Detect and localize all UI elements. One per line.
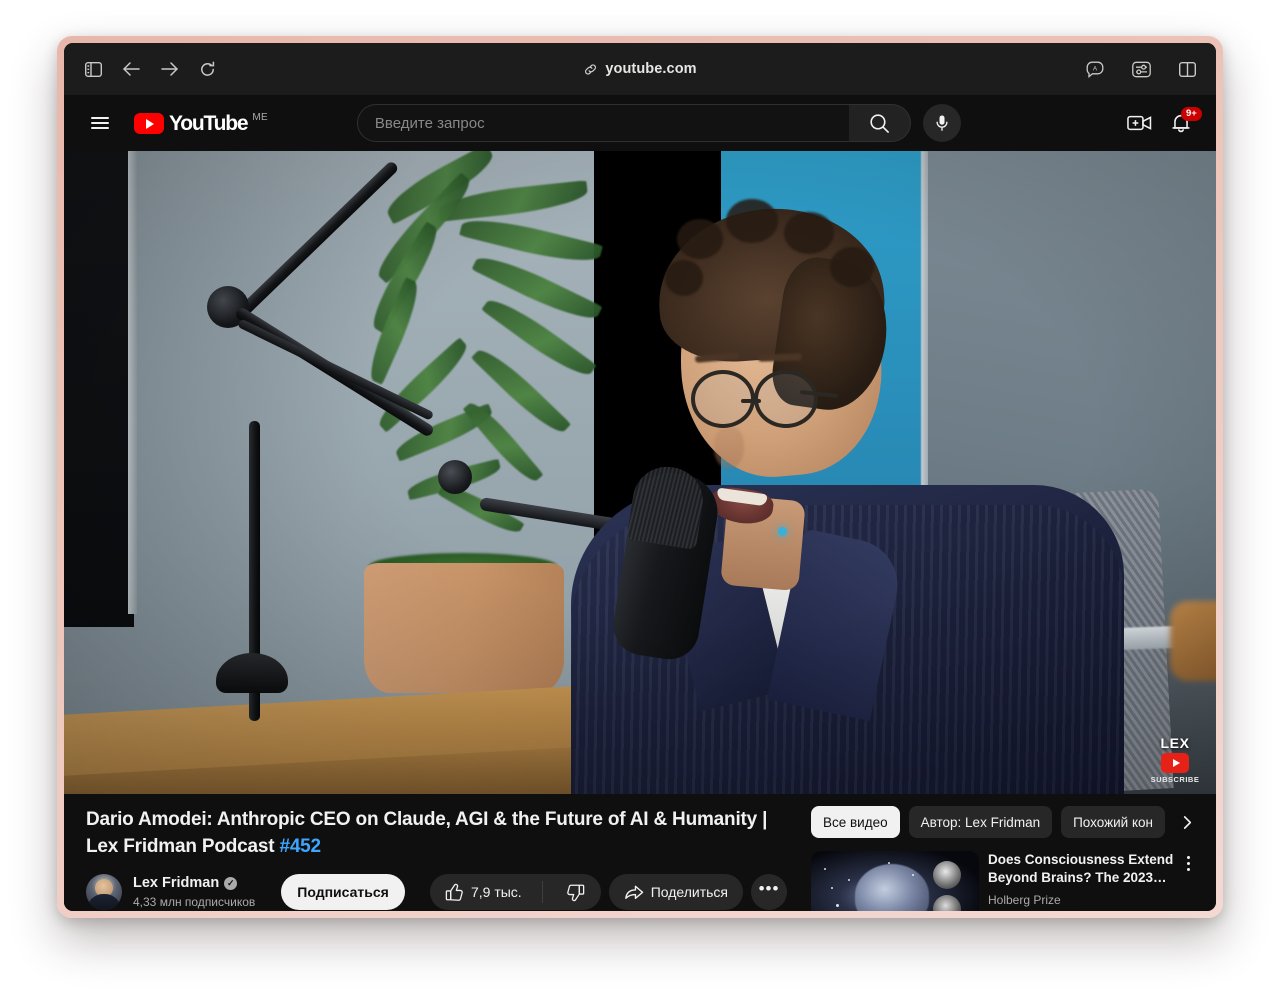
- recommendation-title[interactable]: Does Consciousness Extend Beyond Brains?…: [988, 851, 1174, 887]
- thumbs-up-icon: [445, 883, 464, 902]
- avatar[interactable]: [86, 874, 122, 910]
- address-bar[interactable]: youtube.com: [64, 58, 1216, 80]
- hamburger-menu-icon[interactable]: [80, 103, 120, 143]
- browser-toolbar: youtube.com A: [64, 43, 1216, 95]
- video-frame: [64, 151, 1216, 794]
- split-view-icon[interactable]: [1172, 54, 1202, 84]
- chip-all-videos[interactable]: Все видео: [811, 806, 900, 838]
- video-title-text: Dario Amodei: Anthropic CEO on Claude, A…: [86, 809, 768, 857]
- primary-column: Dario Amodei: Anthropic CEO on Claude, A…: [86, 806, 787, 911]
- reload-icon[interactable]: [192, 54, 222, 84]
- recommendation-menu-icon[interactable]: [1183, 851, 1194, 911]
- search-input[interactable]: [374, 114, 849, 132]
- chevron-right-icon[interactable]: [1174, 806, 1194, 838]
- secondary-column: Все видео Автор: Lex Fridman Похожий кон: [811, 806, 1194, 911]
- thumbs-down-icon: [566, 883, 585, 902]
- like-count: 7,9 тыс.: [470, 884, 522, 900]
- watermark-brand: LEX: [1160, 735, 1190, 751]
- share-label: Поделиться: [650, 884, 728, 900]
- divider: [541, 881, 543, 903]
- more-actions-button[interactable]: •••: [751, 874, 787, 910]
- video-meta-row: Lex Fridman ✓ 4,33 млн подписчиков Подпи…: [86, 874, 787, 910]
- youtube-wordmark: YouTube: [169, 112, 249, 135]
- recommendation-thumbnail[interactable]: [811, 851, 979, 911]
- watermark-subscribe-label: SUBSCRIBE: [1150, 775, 1200, 784]
- verified-badge-icon: ✓: [224, 877, 238, 890]
- share-icon: [624, 883, 644, 902]
- forward-icon[interactable]: [154, 54, 184, 84]
- channel-owner[interactable]: Lex Fridman ✓ 4,33 млн подписчиков: [86, 874, 255, 910]
- browser-window: youtube.com A YouTube ME Введите запрос …: [64, 43, 1216, 911]
- channel-name[interactable]: Lex Fridman: [133, 874, 219, 892]
- search-box[interactable]: [356, 104, 849, 142]
- voice-search-button[interactable]: [922, 104, 961, 142]
- recommendation-channel[interactable]: Holberg Prize: [988, 893, 1174, 907]
- dislike-button[interactable]: [550, 874, 601, 910]
- like-button[interactable]: 7,9 тыс.: [430, 874, 535, 910]
- sidebar-toggle-icon[interactable]: [78, 54, 108, 84]
- chip-from-lex-fridman[interactable]: Автор: Lex Fridman: [908, 806, 1053, 838]
- below-player-area: Dario Amodei: Anthropic CEO on Claude, A…: [64, 794, 1216, 911]
- back-icon[interactable]: [116, 54, 146, 84]
- youtube-header: YouTube ME Введите запрос 9+: [64, 95, 1216, 151]
- create-video-icon[interactable]: [1127, 113, 1152, 133]
- browser-window-frame: youtube.com A YouTube ME Введите запрос …: [57, 36, 1223, 918]
- search-submit-button[interactable]: [848, 104, 911, 142]
- youtube-logo[interactable]: YouTube ME: [134, 110, 268, 136]
- video-actions: 7,9 тыс. Поделиться •••: [429, 874, 787, 910]
- link-icon: [583, 62, 598, 77]
- like-dislike-group: 7,9 тыс.: [429, 874, 601, 910]
- video-player[interactable]: LEX SUBSCRIBE: [64, 151, 1216, 794]
- subscribe-button[interactable]: Подписаться: [281, 874, 405, 910]
- youtube-play-icon: [134, 113, 164, 134]
- subscriber-count: 4,33 млн подписчиков: [133, 894, 256, 909]
- video-title-episode-link[interactable]: #452: [279, 836, 321, 857]
- list-item[interactable]: Does Consciousness Extend Beyond Brains?…: [811, 851, 1194, 911]
- svg-text:A: A: [1093, 65, 1098, 72]
- notifications-badge: 9+: [1181, 107, 1202, 121]
- youtube-country-code: ME: [252, 112, 268, 123]
- filter-chips: Все видео Автор: Lex Fridman Похожий кон: [811, 806, 1194, 838]
- chip-related[interactable]: Похожий кон: [1061, 806, 1165, 838]
- notifications-button[interactable]: 9+: [1170, 107, 1202, 134]
- video-title: Dario Amodei: Anthropic CEO on Claude, A…: [86, 806, 787, 860]
- page-settings-icon[interactable]: [1126, 54, 1156, 84]
- url-text: youtube.com: [605, 61, 697, 77]
- watermark-play-icon: [1161, 753, 1189, 773]
- share-button[interactable]: Поделиться: [608, 874, 743, 910]
- translate-icon[interactable]: A: [1080, 54, 1110, 84]
- channel-watermark[interactable]: LEX SUBSCRIBE: [1148, 735, 1202, 784]
